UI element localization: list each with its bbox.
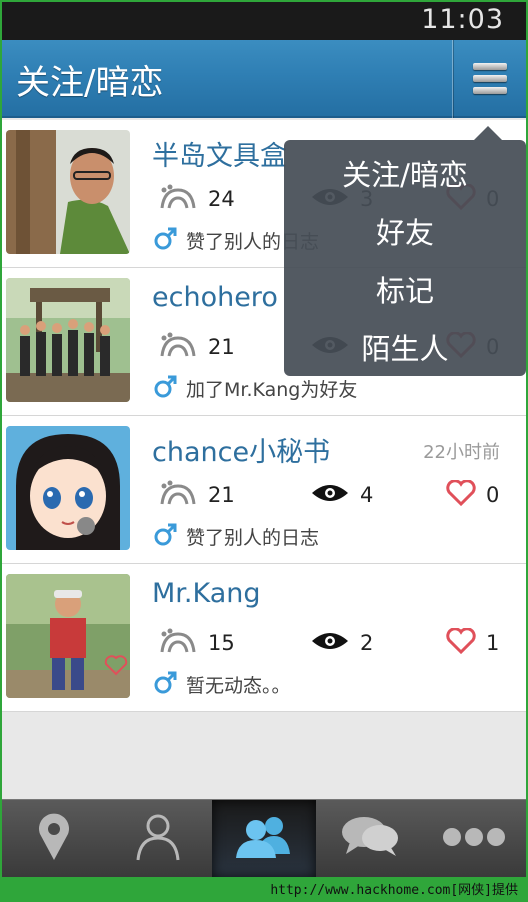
filter-popup-menu: 关注/暗恋 好友 标记 陌生人 (284, 126, 526, 376)
view-count: 2 (360, 631, 374, 655)
screenshot-frame: 11:03 关注/暗恋 半岛文具盒 24 赞了别人的日志 echohero 21… (0, 0, 528, 902)
title-bar: 关注/暗恋 (2, 40, 526, 118)
page-title: 关注/暗恋 (16, 63, 164, 103)
footprint-stat: 21 (158, 332, 235, 362)
location-icon (34, 812, 74, 866)
more-icon (442, 826, 506, 852)
watermark-text: http://www.hackhome.com[网侠]提供 (270, 883, 518, 898)
like-stat: 0 (446, 479, 500, 510)
user-name: 半岛文具盒 (152, 141, 287, 172)
eye-icon (310, 629, 350, 657)
like-count: 0 (486, 483, 500, 507)
footprint-count: 15 (208, 631, 235, 655)
footprint-icon (158, 184, 198, 214)
menu-item-follow[interactable]: 关注/暗恋 (284, 152, 526, 194)
menu-button[interactable] (452, 40, 526, 118)
male-icon (154, 374, 178, 402)
chat-icon (340, 814, 400, 864)
avatar[interactable] (6, 574, 130, 698)
activity-line: 赞了别人的日志 (154, 522, 319, 550)
avatar[interactable] (6, 278, 130, 402)
view-stat: 4 (310, 480, 373, 510)
popup-arrow (474, 126, 502, 140)
footprint-icon (158, 332, 198, 362)
status-time: 11:03 (421, 4, 504, 35)
avatar[interactable] (6, 130, 130, 254)
user-name: Mr.Kang (152, 578, 261, 609)
user-stats: 21 4 0 (158, 479, 500, 510)
like-count: 1 (486, 631, 500, 655)
person-icon (134, 812, 182, 866)
menu-item-strangers[interactable]: 陌生人 (284, 326, 526, 368)
activity-text: 赞了别人的日志 (186, 526, 320, 549)
male-icon (154, 670, 178, 698)
heart-icon (446, 627, 476, 658)
footprint-icon (158, 628, 198, 658)
tab-profile[interactable] (106, 800, 210, 877)
footprint-icon (158, 480, 198, 510)
list-item[interactable]: Mr.Kang 15 2 1 暂无动态。。 (2, 564, 526, 712)
footprint-stat: 24 (158, 184, 235, 214)
avatar[interactable] (6, 426, 130, 550)
footprint-count: 21 (208, 483, 235, 507)
user-stats: 15 2 1 (158, 627, 500, 658)
footprint-stat: 15 (158, 628, 235, 658)
view-stat: 2 (310, 628, 373, 658)
tab-friends[interactable] (212, 800, 316, 877)
tab-messages[interactable] (318, 800, 422, 877)
menu-item-friends[interactable]: 好友 (284, 210, 526, 252)
footprint-count: 24 (208, 187, 235, 211)
activity-text: 暂无动态。。 (186, 674, 291, 697)
male-icon (154, 522, 178, 550)
activity-line: 暂无动态。。 (154, 670, 291, 698)
menu-item-marked[interactable]: 标记 (284, 268, 526, 310)
status-bar: 11:03 (2, 2, 526, 40)
user-name: chance小秘书 (152, 437, 331, 468)
footprint-stat: 21 (158, 480, 235, 510)
like-stat: 1 (446, 627, 500, 658)
heart-icon (446, 479, 476, 510)
phone-screen: 11:03 关注/暗恋 半岛文具盒 24 赞了别人的日志 echohero 21… (2, 2, 526, 877)
tab-location[interactable] (2, 800, 106, 877)
activity-line: 加了Mr.Kang为好友 (154, 374, 357, 402)
user-name: echohero (152, 282, 278, 313)
bottom-nav (2, 799, 526, 877)
activity-text: 加了Mr.Kang为好友 (186, 378, 358, 401)
friends-icon (234, 814, 294, 864)
male-icon (154, 226, 178, 254)
footprint-count: 21 (208, 335, 235, 359)
list-item[interactable]: chance小秘书 22小时前 21 4 0 赞了别人的日志 (2, 416, 526, 564)
view-count: 4 (360, 483, 374, 507)
tab-more[interactable] (422, 800, 526, 877)
eye-icon (310, 481, 350, 509)
last-active-time: 22小时前 (423, 442, 500, 463)
